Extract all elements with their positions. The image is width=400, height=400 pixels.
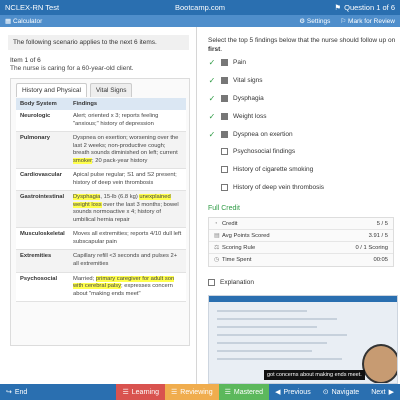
explanation-icon <box>208 279 215 286</box>
mastered-button[interactable]: ☰ Mastered <box>218 384 270 400</box>
reviewing-button[interactable]: ☰ Reviewing <box>165 384 219 400</box>
option-checkbox[interactable] <box>221 76 228 84</box>
option-psychosocial[interactable]: Psychosocial findings <box>208 145 295 157</box>
calculator-button[interactable]: ▦ Calculator <box>5 17 42 25</box>
bottom-bar: ↪ End ☰ Learning ☰ Reviewing ☰ Mastered … <box>0 384 400 400</box>
end-button[interactable]: ↪ End <box>0 384 37 400</box>
next-button[interactable]: Next ▶ <box>365 384 400 400</box>
check-icon: ✓ <box>208 57 216 67</box>
column-header: Findings <box>69 98 186 110</box>
findings-cell: Moves all extremities; reports 4/10 dull… <box>69 227 186 251</box>
body-system-cell: Neurologic <box>16 110 69 133</box>
highlighted-text[interactable]: smoker <box>73 157 93 164</box>
check-icon: ✓ <box>208 75 216 85</box>
table-row: Musculoskeletal Moves all extremities; r… <box>16 227 186 251</box>
compass-icon: ⊙ <box>322 389 329 396</box>
findings-cell: Dyspnea on exertion; worsening over the … <box>69 131 186 170</box>
stat-row: ◔ Credit 5 / 5 <box>209 218 393 230</box>
question-instruction: Select the top 5 findings below that the… <box>208 37 396 54</box>
findings-table: Body System Findings Neurologic Alert; o… <box>16 98 186 303</box>
settings-button[interactable]: ⚙ Settings <box>299 17 330 25</box>
scenario-banner: The following scenario applies to the ne… <box>8 35 189 50</box>
list-icon: ☰ <box>171 389 178 396</box>
stat-row: ▤ Avg Points Scored 3.91 / 5 <box>209 230 393 242</box>
tool-bar: ▦ Calculator ⚙ Settings ⚐ Mark for Revie… <box>0 15 400 27</box>
table-row: Extremities Capillary refill <3 seconds … <box>16 249 186 273</box>
exit-icon: ↪ <box>6 389 12 396</box>
option-checkbox[interactable] <box>221 147 228 155</box>
presenter-avatar <box>362 344 397 383</box>
gear-icon: ⚙ <box>299 18 306 25</box>
credit-result: Full Credit <box>208 205 240 212</box>
calculator-icon: ▦ <box>5 18 12 25</box>
option-checkbox[interactable] <box>221 58 228 66</box>
option-vital-signs[interactable]: ✓ Vital signs <box>208 74 263 86</box>
findings-cell: Dysphagia, 15-lb (6.8 kg) unexplained we… <box>69 190 186 229</box>
table-row: Psychosocial Married; primary caregiver … <box>16 272 186 303</box>
findings-cell: Capillary refill <3 seconds and pulses 2… <box>69 249 186 273</box>
table-row: Gastrointestinal Dysphagia, 15-lb (6.8 k… <box>16 190 186 229</box>
learning-button[interactable]: ☰ Learning <box>116 384 166 400</box>
exam-title: NCLEX-RN Test <box>5 3 60 12</box>
list-icon: ☰ <box>122 389 129 396</box>
question-counter: ⚑ Question 1 of 6 <box>334 3 395 12</box>
option-smoking-history[interactable]: History of cigarette smoking <box>208 163 313 175</box>
scale-icon: ⚖ <box>214 244 220 251</box>
top-bar: NCLEX-RN Test Bootcamp.com ⚑ Question 1 … <box>0 0 400 15</box>
question-pane: Select the top 5 findings below that the… <box>198 27 400 384</box>
option-dvt-history[interactable]: History of deep vein thrombosis <box>208 181 324 193</box>
body-system-cell: Gastrointestinal <box>16 190 69 229</box>
option-checkbox[interactable] <box>221 130 228 138</box>
table-row: Neurologic Alert; oriented x 3; reports … <box>16 110 186 133</box>
tab-history-physical[interactable]: History and Physical <box>16 83 87 97</box>
list-icon: ☰ <box>224 389 231 396</box>
flag-icon: ⚑ <box>334 3 342 12</box>
chevron-right-icon: ▶ <box>388 389 394 396</box>
findings-cell: Alert; oriented x 3; reports feeling "an… <box>69 110 186 133</box>
chevron-left-icon: ◀ <box>275 389 281 396</box>
option-dyspnea[interactable]: ✓ Dyspnea on exertion <box>208 128 293 140</box>
option-pain[interactable]: ✓ Pain <box>208 56 246 68</box>
flag-outline-icon: ⚐ <box>340 18 347 25</box>
stat-row: ⚖ Scoring Rule 0 / 1 Scoring <box>209 242 393 254</box>
option-checkbox[interactable] <box>221 112 228 120</box>
scenario-pane: The following scenario applies to the ne… <box>0 27 197 384</box>
tab-vital-signs[interactable]: Vital Signs <box>89 83 133 97</box>
item-heading: Item 1 of 6 <box>10 57 41 64</box>
option-checkbox[interactable] <box>221 165 228 173</box>
chart-icon: ▤ <box>214 232 220 239</box>
mark-for-review-button[interactable]: ⚐ Mark for Review <box>340 17 395 25</box>
clock-icon: ◔ <box>214 220 218 227</box>
chart-card: History and Physical Vital Signs Body Sy… <box>10 78 190 346</box>
explanation-toggle[interactable]: Explanation <box>208 279 254 286</box>
option-dysphagia[interactable]: ✓ Dysphagia <box>208 92 264 104</box>
body-system-cell: Extremities <box>16 249 69 273</box>
column-header: Body System <box>16 98 69 110</box>
explanation-video[interactable]: got concerns about making ends meet. <box>208 295 398 384</box>
body-system-cell: Pulmonary <box>16 131 69 170</box>
table-row: Pulmonary Dyspnea on exertion; worsening… <box>16 131 186 170</box>
navigate-button[interactable]: ⊙ Navigate <box>317 384 366 400</box>
score-stats: ◔ Credit 5 / 5 ▤ Avg Points Scored 3.91 … <box>208 217 394 267</box>
findings-cell: Apical pulse regular; S1 and S2 present;… <box>69 168 186 192</box>
option-checkbox[interactable] <box>221 94 228 102</box>
table-row: Cardiovascular Apical pulse regular; S1 … <box>16 168 186 192</box>
option-checkbox[interactable] <box>221 183 228 191</box>
findings-cell: Married; primary caregiver for adult son… <box>69 272 186 303</box>
video-caption: got concerns about making ends meet. <box>264 370 365 380</box>
check-icon: ✓ <box>208 111 216 121</box>
timer-icon: ◷ <box>214 257 220 263</box>
check-icon: ✓ <box>208 129 216 139</box>
item-subheading: The nurse is caring for a 60-year-old cl… <box>10 65 134 72</box>
previous-button[interactable]: ◀ Previous <box>269 384 317 400</box>
option-weight-loss[interactable]: ✓ Weight loss <box>208 110 267 122</box>
stat-row: ◷ Time Spent 00:05 <box>214 257 388 263</box>
check-icon: ✓ <box>208 93 216 103</box>
highlighted-text[interactable]: Dysphagia <box>73 194 101 201</box>
body-system-cell: Psychosocial <box>16 272 69 303</box>
body-system-cell: Musculoskeletal <box>16 227 69 251</box>
body-system-cell: Cardiovascular <box>16 168 69 192</box>
